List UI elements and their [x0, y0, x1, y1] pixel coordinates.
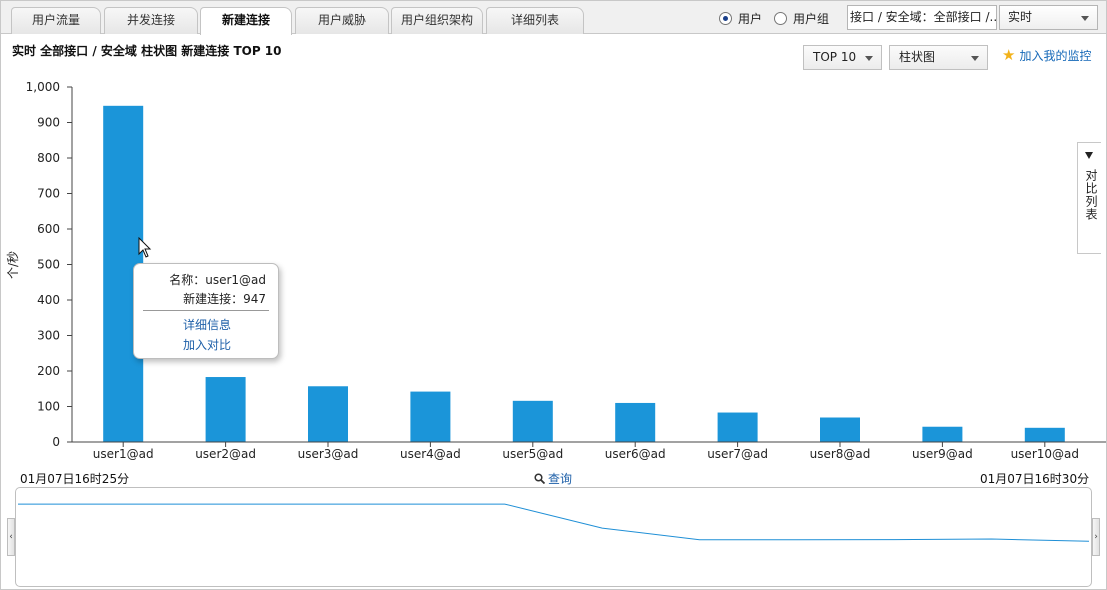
- bar: [308, 386, 348, 442]
- bar: [205, 377, 246, 442]
- query-label: 查询: [548, 472, 573, 486]
- y-axis-label: 个/秒: [6, 251, 20, 279]
- bar: [922, 426, 963, 442]
- scroll-right-button[interactable]: ›: [1092, 518, 1100, 556]
- bar-tooltip: 名称：user1@ad 新建连接：947 详细信息 加入对比: [133, 263, 279, 359]
- y-tick-label: 800: [37, 151, 60, 165]
- compare-list-label: 对比列表: [1084, 169, 1098, 221]
- x-tick-label: user1@ad: [93, 447, 154, 461]
- trend-line: [18, 503, 1090, 542]
- query-link[interactable]: 查询: [534, 470, 572, 487]
- y-tick-label: 0: [52, 435, 60, 449]
- timeline-end: 01月07日16时30分: [980, 472, 1090, 486]
- timeline-start: 01月07日16时25分: [20, 472, 130, 486]
- y-tick-label: 900: [37, 116, 60, 130]
- search-icon: [534, 473, 545, 484]
- app-window: 用户流量 并发连接 新建连接 用户威胁 用户组织架构 详细列表 用户 用户组 接…: [0, 0, 1107, 590]
- scroll-left-button[interactable]: ‹: [7, 518, 15, 556]
- bar-chart: 0 100 200 300 400 500 600 700 800 900 1,000 个/秒 use…: [6, 80, 1106, 461]
- mouse-cursor-icon: [138, 237, 152, 258]
- tab-new-connections[interactable]: 新建连接: [200, 7, 292, 35]
- add-compare-link[interactable]: 加入对比: [134, 336, 280, 353]
- trend-line-chart: [18, 503, 1090, 542]
- x-tick-label: user2@ad: [195, 447, 256, 461]
- x-tick-label: user3@ad: [298, 447, 359, 461]
- y-tick-label: 700: [37, 187, 60, 201]
- bar: [615, 402, 656, 442]
- x-tick-label: user5@ad: [502, 447, 563, 461]
- y-tick-label: 400: [37, 293, 60, 307]
- y-tick-label: 600: [37, 222, 60, 236]
- tooltip-name: 名称：user1@ad: [169, 273, 266, 287]
- x-tick-label: user4@ad: [400, 447, 461, 461]
- bar: [1024, 427, 1065, 442]
- x-tick-label: user7@ad: [707, 447, 768, 461]
- x-tick-label: user6@ad: [605, 447, 666, 461]
- bar: [820, 417, 860, 442]
- y-tick-label: 300: [37, 329, 60, 343]
- y-tick-label: 500: [37, 258, 60, 272]
- x-tick-label: user9@ad: [912, 447, 973, 461]
- y-tick-label: 1,000: [26, 80, 60, 94]
- compare-list-tab[interactable]: 对比列表: [1077, 142, 1101, 254]
- tooltip-value: 新建连接：947: [183, 292, 266, 306]
- bar: [717, 412, 758, 442]
- tooltip-divider: [143, 310, 269, 311]
- timeline-overview[interactable]: [15, 487, 1092, 587]
- detail-info-link[interactable]: 详细信息: [134, 316, 280, 333]
- bar: [410, 391, 451, 442]
- y-tick-label: 200: [37, 364, 60, 378]
- x-tick-label: user10@ad: [1011, 447, 1079, 461]
- triangle-down-icon: [1085, 152, 1093, 159]
- x-tick-label: user8@ad: [810, 447, 871, 461]
- y-tick-label: 100: [37, 400, 60, 414]
- bar: [512, 400, 553, 442]
